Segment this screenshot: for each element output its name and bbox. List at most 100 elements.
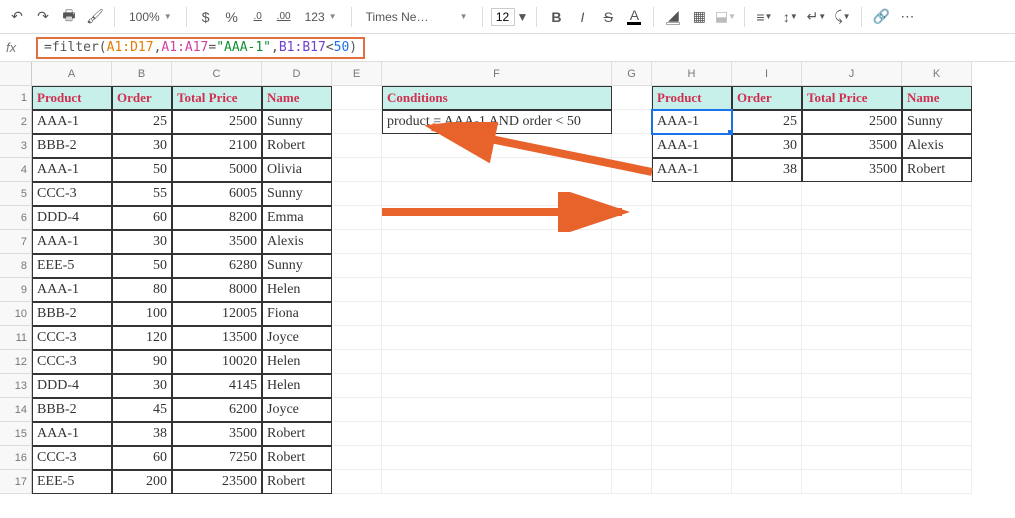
data-cell[interactable]: 3500 — [172, 230, 262, 254]
data-cell[interactable]: 6200 — [172, 398, 262, 422]
column-header[interactable]: I — [732, 62, 802, 86]
cell[interactable] — [332, 134, 382, 158]
data-cell[interactable]: AAA-1 — [652, 110, 732, 134]
cell[interactable] — [332, 302, 382, 326]
column-header[interactable]: D — [262, 62, 332, 86]
cell[interactable] — [332, 278, 382, 302]
row-header[interactable]: 3 — [0, 134, 32, 158]
data-cell[interactable]: 5000 — [172, 158, 262, 182]
row-header[interactable]: 17 — [0, 470, 32, 494]
column-header[interactable]: K — [902, 62, 972, 86]
cell[interactable] — [612, 422, 652, 446]
cell[interactable] — [382, 230, 612, 254]
data-cell[interactable]: Sunny — [262, 182, 332, 206]
header-cell[interactable]: Name — [902, 86, 972, 110]
cell[interactable] — [802, 398, 902, 422]
cell[interactable] — [652, 326, 732, 350]
cell[interactable] — [332, 374, 382, 398]
data-cell[interactable]: 60 — [112, 206, 172, 230]
data-cell[interactable]: 120 — [112, 326, 172, 350]
header-cell[interactable]: Product — [32, 86, 112, 110]
data-cell[interactable]: AAA-1 — [32, 158, 112, 182]
cell[interactable] — [652, 254, 732, 278]
undo-icon[interactable]: ↶ — [6, 6, 28, 28]
cell[interactable] — [652, 470, 732, 494]
cell[interactable] — [382, 446, 612, 470]
data-cell[interactable]: 2500 — [802, 110, 902, 134]
cell[interactable] — [802, 206, 902, 230]
font-size-input[interactable] — [491, 8, 515, 26]
cell[interactable] — [732, 374, 802, 398]
merge-cells-button[interactable]: ⬓▼ — [714, 6, 736, 28]
cell[interactable] — [612, 470, 652, 494]
more-formats-dropdown[interactable]: 123 ▼ — [299, 6, 343, 28]
data-cell[interactable]: BBB-2 — [32, 398, 112, 422]
cell[interactable] — [332, 230, 382, 254]
cell[interactable] — [382, 254, 612, 278]
column-header[interactable]: C — [172, 62, 262, 86]
insert-link-button[interactable]: 🔗 — [870, 6, 892, 28]
data-cell[interactable]: Sunny — [262, 110, 332, 134]
cell[interactable] — [732, 182, 802, 206]
cell[interactable] — [382, 470, 612, 494]
row-header[interactable]: 6 — [0, 206, 32, 230]
print-icon[interactable]: 🖶 — [58, 6, 80, 28]
cell[interactable] — [332, 254, 382, 278]
cell[interactable] — [382, 206, 612, 230]
cell[interactable] — [902, 350, 972, 374]
cell[interactable] — [902, 302, 972, 326]
cell[interactable] — [802, 374, 902, 398]
data-cell[interactable]: Alexis — [902, 134, 972, 158]
cell[interactable] — [732, 446, 802, 470]
data-cell[interactable]: 3500 — [802, 158, 902, 182]
column-header[interactable]: E — [332, 62, 382, 86]
data-cell[interactable]: 6005 — [172, 182, 262, 206]
data-cell[interactable]: AAA-1 — [32, 422, 112, 446]
column-header[interactable]: A — [32, 62, 112, 86]
data-cell[interactable]: 10020 — [172, 350, 262, 374]
cell[interactable] — [382, 398, 612, 422]
data-cell[interactable]: Sunny — [262, 254, 332, 278]
data-cell[interactable]: 60 — [112, 446, 172, 470]
data-cell[interactable]: BBB-2 — [32, 302, 112, 326]
data-cell[interactable]: Robert — [262, 134, 332, 158]
cell[interactable] — [612, 206, 652, 230]
cell[interactable] — [382, 374, 612, 398]
data-cell[interactable]: AAA-1 — [32, 278, 112, 302]
data-cell[interactable]: Fiona — [262, 302, 332, 326]
cell[interactable] — [332, 206, 382, 230]
row-header[interactable]: 1 — [0, 86, 32, 110]
zoom-dropdown[interactable]: 100% ▼ — [123, 6, 178, 28]
row-header[interactable]: 9 — [0, 278, 32, 302]
cell[interactable] — [902, 374, 972, 398]
column-header[interactable]: J — [802, 62, 902, 86]
row-header[interactable]: 5 — [0, 182, 32, 206]
data-cell[interactable]: product = AAA-1 AND order < 50 — [382, 110, 612, 134]
cell[interactable] — [652, 278, 732, 302]
header-cell[interactable]: Order — [732, 86, 802, 110]
row-header[interactable]: 7 — [0, 230, 32, 254]
data-cell[interactable]: 30 — [112, 230, 172, 254]
column-header[interactable]: H — [652, 62, 732, 86]
data-cell[interactable]: 90 — [112, 350, 172, 374]
cell[interactable] — [612, 182, 652, 206]
cell[interactable] — [652, 422, 732, 446]
column-header[interactable]: B — [112, 62, 172, 86]
data-cell[interactable]: 55 — [112, 182, 172, 206]
row-header[interactable]: 12 — [0, 350, 32, 374]
data-cell[interactable]: 30 — [112, 134, 172, 158]
cell[interactable] — [802, 470, 902, 494]
currency-button[interactable]: $ — [195, 6, 217, 28]
row-header[interactable]: 4 — [0, 158, 32, 182]
cell[interactable] — [732, 206, 802, 230]
bold-button[interactable]: B — [545, 6, 567, 28]
cell[interactable] — [612, 158, 652, 182]
data-cell[interactable]: Robert — [902, 158, 972, 182]
cell[interactable] — [802, 230, 902, 254]
cell[interactable] — [612, 374, 652, 398]
data-cell[interactable]: CCC-3 — [32, 446, 112, 470]
horizontal-align-button[interactable]: ≡▼ — [753, 6, 775, 28]
cell[interactable] — [652, 206, 732, 230]
data-cell[interactable]: 30 — [112, 374, 172, 398]
data-cell[interactable]: 7250 — [172, 446, 262, 470]
